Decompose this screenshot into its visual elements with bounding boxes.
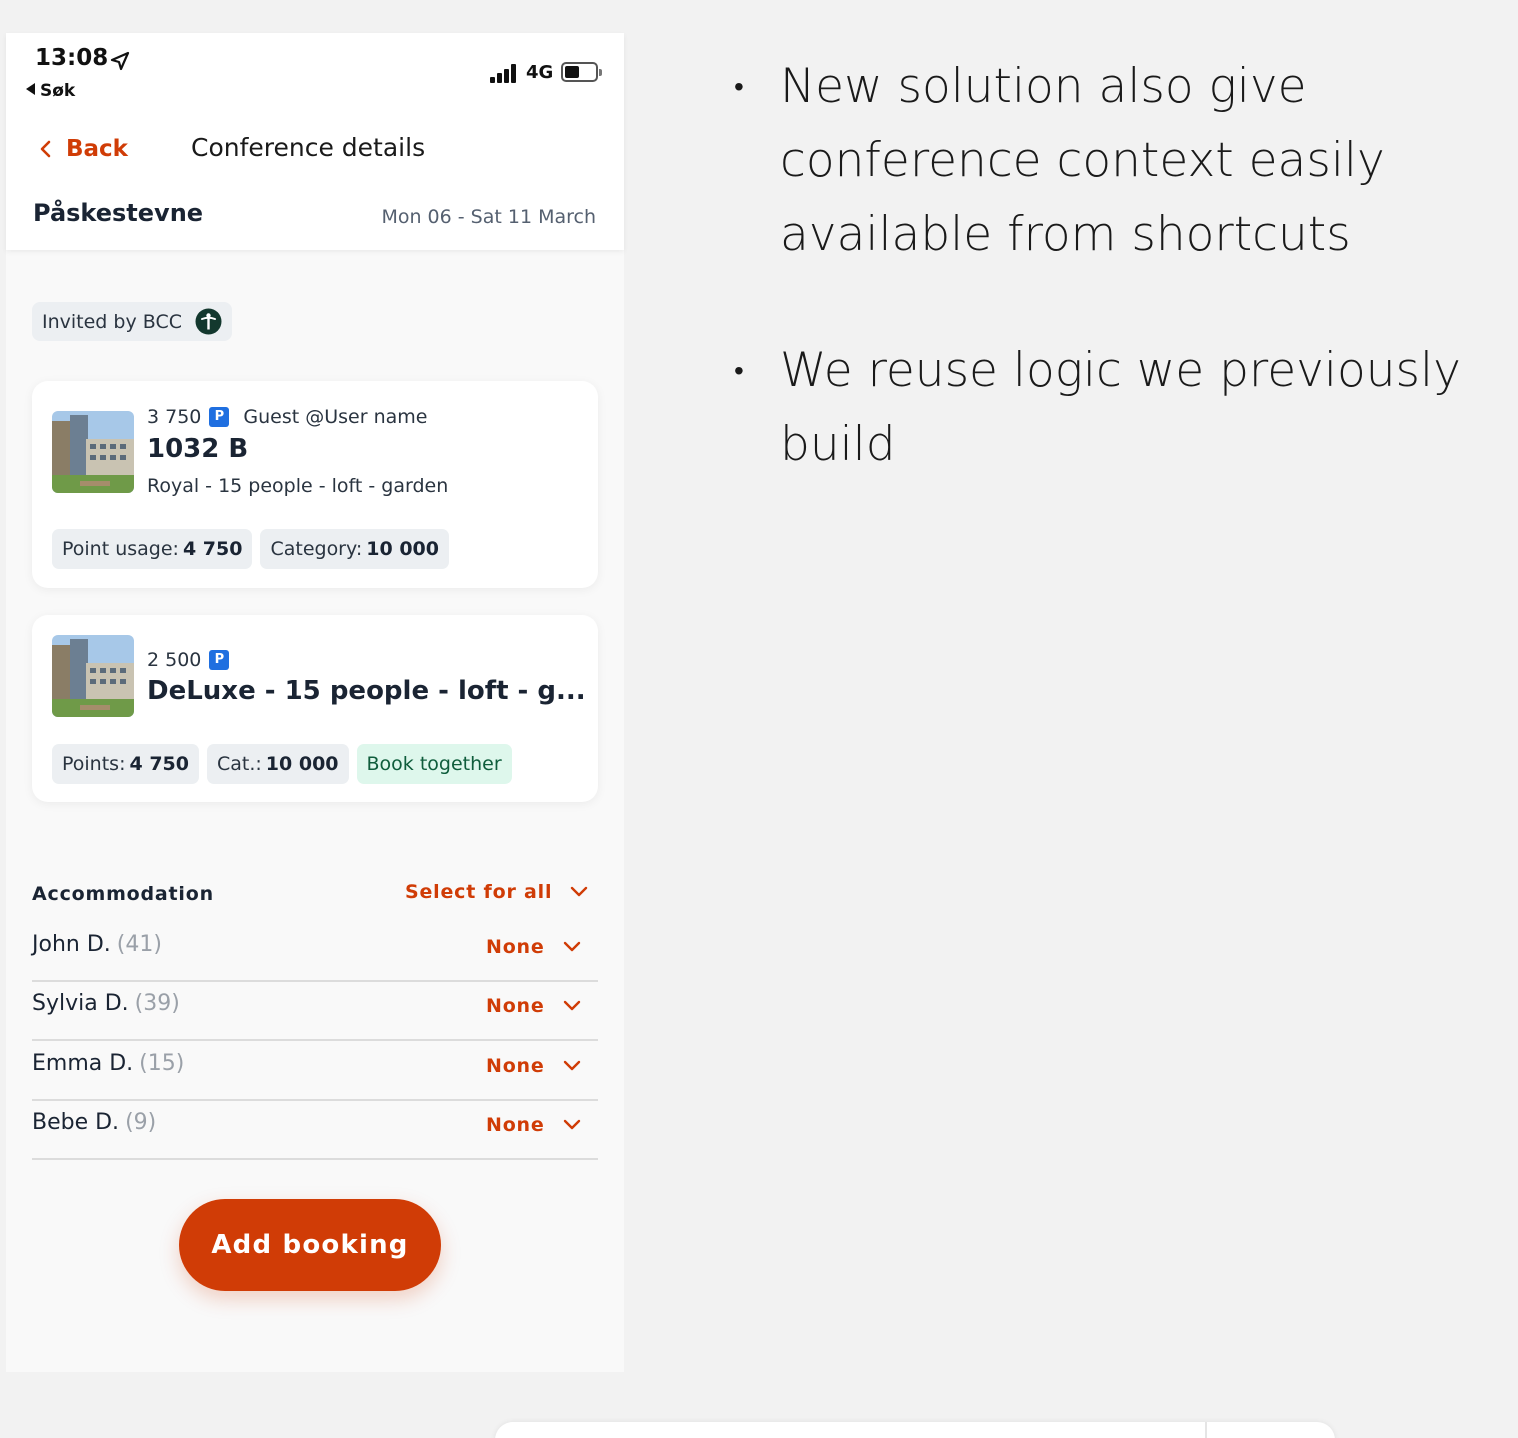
- chevron-down-icon: [563, 1000, 580, 1011]
- back-app-label: Søk: [40, 81, 76, 101]
- phone-screen: 13:08 Søk 4G Back Conference details Pås…: [6, 33, 624, 1372]
- chip-label: Cat.:: [216, 753, 262, 775]
- note-text: New solution also give conference contex…: [780, 59, 1385, 262]
- back-triangle-icon: [26, 83, 35, 95]
- chevron-down-icon: [563, 941, 580, 952]
- organization-logo-icon: [195, 308, 222, 335]
- person-name-text: John D.: [32, 932, 111, 957]
- book-together-tag: Book together: [356, 744, 512, 784]
- chip-label: Points:: [62, 753, 126, 775]
- selection-label: None: [486, 1114, 545, 1136]
- invited-badge: Invited by BCC: [32, 302, 232, 341]
- chip-value: 10 000: [265, 753, 339, 775]
- room-name: DeLuxe - 15 people - loft - g...: [147, 676, 586, 706]
- person-name: Bebe D. (9): [32, 1110, 156, 1135]
- bullet-icon: •: [734, 354, 744, 387]
- selection-label: None: [486, 1055, 545, 1077]
- parking-icon: P: [209, 650, 230, 670]
- accommodation-select[interactable]: None: [486, 936, 581, 958]
- person-name: Sylvia D. (39): [32, 991, 180, 1016]
- note-text: We reuse logic we previously build: [780, 343, 1461, 472]
- accommodation-row: Bebe D. (9) None: [32, 1100, 598, 1160]
- person-name: Emma D. (15): [32, 1051, 184, 1076]
- person-name-text: Bebe D.: [32, 1110, 120, 1135]
- room-photo: [52, 411, 134, 493]
- add-booking-button[interactable]: Add booking: [179, 1199, 441, 1291]
- note-item: • New solution also give conference cont…: [730, 50, 1510, 272]
- room-photo: [52, 635, 134, 717]
- chip-value: 10 000: [366, 538, 439, 560]
- select-for-all-dropdown[interactable]: Select for all: [405, 881, 588, 903]
- back-to-app[interactable]: Søk: [26, 81, 75, 101]
- person-age: (39): [134, 991, 180, 1016]
- accommodation-row: Sylvia D. (39) None: [32, 981, 598, 1041]
- back-label: Back: [66, 136, 128, 162]
- room-meta: 2 500 P: [147, 649, 230, 671]
- bottom-panel: [495, 1422, 1335, 1438]
- room-price: 3 750: [147, 406, 202, 428]
- status-time: 13:08: [35, 45, 109, 71]
- person-name: John D. (41): [32, 932, 162, 957]
- selection-label: None: [486, 936, 545, 958]
- person-age: (41): [116, 932, 162, 957]
- room-guest: Guest @User name: [243, 406, 428, 428]
- chip-label: Category:: [270, 538, 363, 560]
- accommodation-select[interactable]: None: [486, 1055, 581, 1077]
- person-age: (9): [125, 1110, 157, 1135]
- room-chips: Points: 4 750 Cat.: 10 000 Book together: [52, 744, 520, 784]
- room-chips: Point usage: 4 750 Category: 10 000: [52, 529, 457, 569]
- battery-icon: [561, 62, 602, 82]
- invited-label: Invited by BCC: [42, 310, 182, 333]
- chip-value: 4 750: [129, 753, 189, 775]
- bullet-icon: •: [734, 70, 744, 103]
- signal-icon: [490, 63, 520, 83]
- room-card[interactable]: 3 750 P Guest @User name 1032 B Royal - …: [32, 381, 598, 588]
- chip-label: Point usage:: [62, 538, 179, 560]
- room-price: 2 500: [147, 649, 202, 671]
- conference-name: Påskestevne: [33, 199, 204, 227]
- person-age: (15): [139, 1051, 185, 1076]
- point-usage-chip: Point usage: 4 750: [52, 529, 253, 569]
- conference-dates: Mon 06 - Sat 11 March: [381, 206, 596, 228]
- selection-label: None: [486, 995, 545, 1017]
- person-name-text: Sylvia D.: [32, 991, 129, 1016]
- room-card[interactable]: 2 500 P DeLuxe - 15 people - loft - g...…: [32, 615, 598, 802]
- room-meta: 3 750 P Guest @User name: [147, 406, 427, 428]
- back-button[interactable]: Back: [38, 133, 128, 165]
- chevron-down-icon: [563, 1060, 580, 1071]
- note-item: • We reuse logic we previously build: [730, 334, 1510, 482]
- top-bar: 13:08 Søk 4G Back Conference details Pås…: [6, 33, 624, 250]
- category-chip: Cat.: 10 000: [206, 744, 349, 784]
- notes-list: • New solution also give conference cont…: [730, 50, 1510, 544]
- accommodation-row: John D. (41) None: [32, 922, 598, 982]
- page-title: Conference details: [191, 133, 426, 162]
- accommodation-row: Emma D. (15) None: [32, 1041, 598, 1101]
- accommodation-select[interactable]: None: [486, 995, 581, 1017]
- chevron-down-icon: [563, 1119, 580, 1130]
- select-for-all-label: Select for all: [405, 881, 553, 903]
- chevron-down-icon: [571, 886, 588, 897]
- room-name: 1032 B: [147, 434, 249, 464]
- parking-icon: P: [209, 407, 230, 427]
- chip-value: 4 750: [182, 538, 243, 560]
- chevron-left-icon: [40, 140, 51, 158]
- accommodation-select[interactable]: None: [486, 1114, 581, 1136]
- accommodation-heading: Accommodation: [32, 883, 214, 905]
- category-chip: Category: 10 000: [260, 529, 449, 569]
- person-name-text: Emma D.: [32, 1051, 134, 1076]
- room-description: Royal - 15 people - loft - garden: [147, 475, 449, 497]
- points-chip: Points: 4 750: [52, 744, 199, 784]
- network-type: 4G: [526, 62, 554, 83]
- location-arrow-icon: [110, 51, 130, 71]
